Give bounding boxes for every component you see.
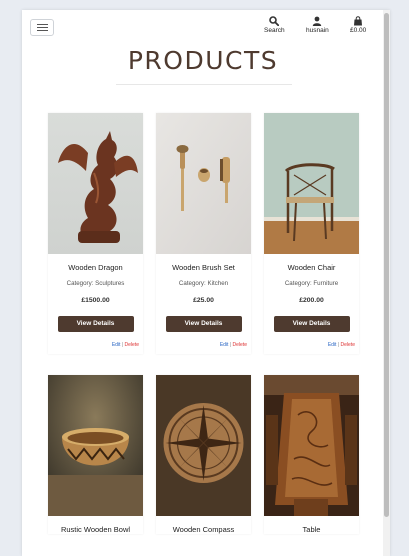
product-image-wooden-chair[interactable]: [264, 113, 359, 254]
nav-search[interactable]: Search: [264, 16, 285, 34]
scrollbar-thumb[interactable]: [384, 13, 389, 517]
view-details-button[interactable]: View Details: [57, 316, 134, 332]
product-card: Wooden Brush Set Category: Kitchen £25.0…: [156, 113, 251, 354]
page-title: PRODUCTS: [127, 46, 279, 75]
nav-cart-total: £0.00: [350, 27, 367, 34]
product-admin-actions: Edit | Delete: [156, 342, 251, 354]
menu-icon-bar: [36, 27, 48, 28]
product-image-wooden-compass[interactable]: [156, 375, 251, 516]
product-name: Wooden Compass: [172, 525, 235, 534]
delete-link[interactable]: Delete: [233, 342, 247, 348]
scrollbar[interactable]: [383, 10, 390, 556]
product-image-wooden-brush-set[interactable]: [156, 113, 251, 254]
edit-link[interactable]: Edit: [328, 342, 337, 348]
title-divider: [116, 84, 292, 85]
action-separator: |: [121, 342, 124, 348]
nav-cart[interactable]: £0.00: [350, 16, 366, 34]
menu-icon-bar: [36, 24, 48, 25]
product-category: Category: Kitchen: [178, 280, 229, 287]
browser-viewport: Search husnain £0.00 PRODUCTS Wooden Dra…: [22, 10, 390, 556]
action-separator: |: [229, 342, 232, 348]
product-name: Table: [302, 525, 321, 534]
delete-link[interactable]: Delete: [341, 342, 355, 348]
nav-account-label: husnain: [306, 27, 329, 34]
product-price: £200.00: [299, 297, 324, 304]
product-card: Wooden Dragon Category: Sculptures £1500…: [48, 113, 143, 354]
nav-account[interactable]: husnain: [306, 16, 329, 34]
product-name: Wooden Brush Set: [172, 263, 235, 272]
product-admin-actions: Edit | Delete: [48, 342, 143, 354]
product-image-wooden-dragon[interactable]: [48, 113, 143, 254]
nav-search-label: Search: [264, 27, 285, 34]
product-card: Wooden Compass: [156, 375, 251, 534]
product-image-rustic-wooden-bowl[interactable]: [48, 375, 143, 516]
product-card: Rustic Wooden Bowl: [48, 375, 143, 534]
delete-link[interactable]: Delete: [125, 342, 139, 348]
product-price: £1500.00: [81, 297, 110, 304]
menu-icon-bar: [36, 30, 48, 31]
product-name: Wooden Chair: [287, 263, 336, 272]
search-icon: [269, 16, 280, 26]
menu-toggle-button[interactable]: [30, 19, 54, 36]
product-card: Wooden Chair Category: Furniture £200.00…: [264, 113, 359, 354]
product-image-table[interactable]: [264, 375, 359, 516]
view-details-button[interactable]: View Details: [273, 316, 350, 332]
product-category: Category: Furniture: [284, 280, 339, 287]
user-icon: [313, 16, 322, 26]
action-separator: |: [337, 342, 340, 348]
edit-link[interactable]: Edit: [112, 342, 121, 348]
product-name: Wooden Dragon: [68, 263, 123, 272]
shopping-bag-icon: [354, 16, 363, 26]
product-name: Rustic Wooden Bowl: [60, 525, 131, 534]
product-card: Table: [264, 375, 359, 534]
view-details-button[interactable]: View Details: [165, 316, 242, 332]
edit-link[interactable]: Edit: [220, 342, 229, 348]
product-price: £25.00: [193, 297, 214, 304]
product-admin-actions: Edit | Delete: [264, 342, 359, 354]
product-category: Category: Sculptures: [66, 280, 125, 287]
